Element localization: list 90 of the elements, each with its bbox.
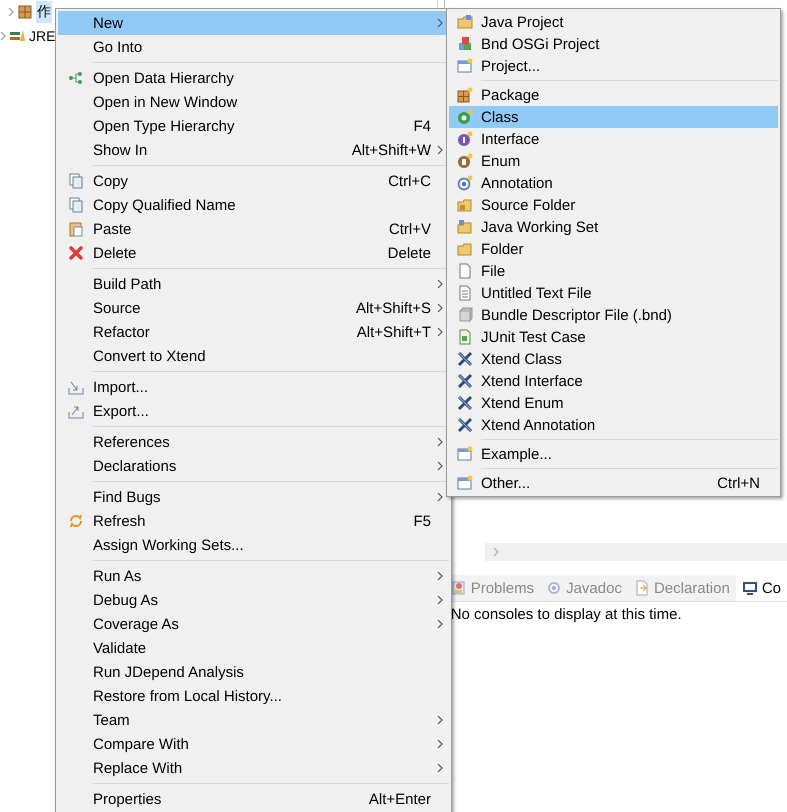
copy-icon bbox=[68, 197, 84, 213]
cross-icon bbox=[457, 417, 473, 433]
menu-item[interactable]: References bbox=[58, 430, 449, 454]
menu-item[interactable]: Example... bbox=[449, 443, 778, 465]
menu-item[interactable]: Properties Alt+Enter bbox=[58, 787, 449, 811]
tree-item[interactable]: JRE bbox=[28, 26, 56, 46]
menu-item[interactable]: Class bbox=[449, 106, 778, 128]
console-message: No consoles to display at this time. bbox=[450, 605, 683, 623]
menu-item[interactable]: Untitled Text File bbox=[449, 282, 778, 304]
window-icon bbox=[457, 446, 473, 462]
package-icon bbox=[17, 4, 33, 20]
menu-item[interactable]: Open in New Window bbox=[58, 90, 449, 114]
file-icon bbox=[457, 263, 473, 279]
menu-item[interactable]: Coverage As bbox=[58, 612, 449, 636]
menu-item[interactable]: JUnit Test Case bbox=[449, 326, 778, 348]
menu-item[interactable]: Team bbox=[58, 708, 449, 732]
menu-item[interactable]: Copy Qualified Name bbox=[58, 193, 449, 217]
menu-item[interactable]: Show In Alt+Shift+W bbox=[58, 138, 449, 162]
horizontal-scrollbar[interactable] bbox=[484, 543, 787, 561]
menu-item[interactable]: Open Type Hierarchy F4 bbox=[58, 114, 449, 138]
scroll-left-icon bbox=[492, 547, 499, 557]
hierarchy-icon bbox=[68, 70, 84, 86]
menu-item[interactable]: Find Bugs bbox=[58, 485, 449, 509]
menu-item[interactable]: New bbox=[58, 11, 449, 35]
annotation-icon bbox=[457, 175, 473, 191]
menu-item[interactable]: Restore from Local History... bbox=[58, 684, 449, 708]
menu-item[interactable]: Go Into bbox=[58, 35, 449, 59]
menu-item[interactable]: Folder bbox=[449, 238, 778, 260]
delete-icon bbox=[68, 245, 84, 261]
menu-item[interactable]: Open Data Hierarchy bbox=[58, 66, 449, 90]
menu-item[interactable]: Xtend Interface bbox=[449, 370, 778, 392]
console-icon bbox=[742, 580, 758, 596]
folder-icon bbox=[457, 241, 473, 257]
tree-item[interactable]: 作 bbox=[36, 1, 52, 23]
menu-item[interactable]: Xtend Enum bbox=[449, 392, 778, 414]
window-icon bbox=[457, 58, 473, 74]
class-icon bbox=[457, 109, 473, 125]
menu-item[interactable]: Validate bbox=[58, 636, 449, 660]
menu-item[interactable]: Interface bbox=[449, 128, 778, 150]
menu-item[interactable]: Java Project bbox=[449, 11, 778, 33]
menu-item[interactable]: Paste Ctrl+V bbox=[58, 217, 449, 241]
folder-icon bbox=[457, 14, 473, 30]
menu-item[interactable]: Build Path bbox=[58, 272, 449, 296]
menu-item[interactable]: Xtend Class bbox=[449, 348, 778, 370]
cube-icon bbox=[457, 307, 473, 323]
menu-item[interactable]: Source Alt+Shift+S bbox=[58, 296, 449, 320]
menu-item[interactable]: Project... bbox=[449, 55, 778, 77]
cross-icon bbox=[457, 373, 473, 389]
copy-icon bbox=[68, 173, 84, 189]
problems-icon bbox=[450, 580, 467, 596]
menu-item[interactable]: Source Folder bbox=[449, 194, 778, 216]
menu-item[interactable]: Replace With bbox=[58, 756, 449, 780]
window-icon bbox=[457, 475, 473, 491]
menu-item[interactable]: Annotation bbox=[449, 172, 778, 194]
clipboard-icon bbox=[68, 221, 84, 237]
menu-item[interactable]: Xtend Annotation bbox=[449, 414, 778, 436]
menu-item[interactable]: Bnd OSGi Project bbox=[449, 33, 778, 55]
enum-icon bbox=[457, 153, 473, 169]
cross-icon bbox=[457, 395, 473, 411]
package-icon bbox=[457, 87, 473, 103]
cross-icon bbox=[457, 351, 473, 367]
refresh-icon bbox=[68, 513, 84, 529]
interface-icon bbox=[457, 131, 473, 147]
menu-item[interactable]: Export... bbox=[58, 399, 449, 423]
folder-icon bbox=[457, 197, 473, 213]
view-tab[interactable]: Co bbox=[736, 575, 787, 601]
import-icon bbox=[68, 379, 84, 395]
folder-icon bbox=[457, 219, 473, 235]
menu-item[interactable]: Declarations bbox=[58, 454, 449, 478]
menu-item[interactable]: Import... bbox=[58, 375, 449, 399]
declaration-icon bbox=[634, 580, 650, 596]
menu-item[interactable]: File bbox=[449, 260, 778, 282]
menu-item[interactable]: Enum bbox=[449, 150, 778, 172]
menu-item[interactable]: Run JDepend Analysis bbox=[58, 660, 449, 684]
menu-item[interactable]: Refresh F5 bbox=[58, 509, 449, 533]
menu-item[interactable]: Convert to Xtend bbox=[58, 344, 449, 368]
menu-item[interactable]: Other... Ctrl+N bbox=[449, 472, 778, 494]
menu-item[interactable]: Copy Ctrl+C bbox=[58, 169, 449, 193]
menu-item[interactable]: Assign Working Sets... bbox=[58, 533, 449, 557]
menu-item[interactable]: Compare With bbox=[58, 732, 449, 756]
test-file-icon bbox=[457, 329, 473, 345]
text-file-icon bbox=[457, 285, 473, 301]
library-icon bbox=[9, 28, 25, 44]
javadoc-icon bbox=[546, 580, 562, 596]
menu-item[interactable]: Bundle Descriptor File (.bnd) bbox=[449, 304, 778, 326]
menu-item[interactable]: Java Working Set bbox=[449, 216, 778, 238]
cube-icon bbox=[457, 36, 473, 52]
menu-item[interactable]: Refactor Alt+Shift+T bbox=[58, 320, 449, 344]
menu-item[interactable]: Delete Delete bbox=[58, 241, 449, 265]
menu-item[interactable]: Package bbox=[449, 84, 778, 106]
